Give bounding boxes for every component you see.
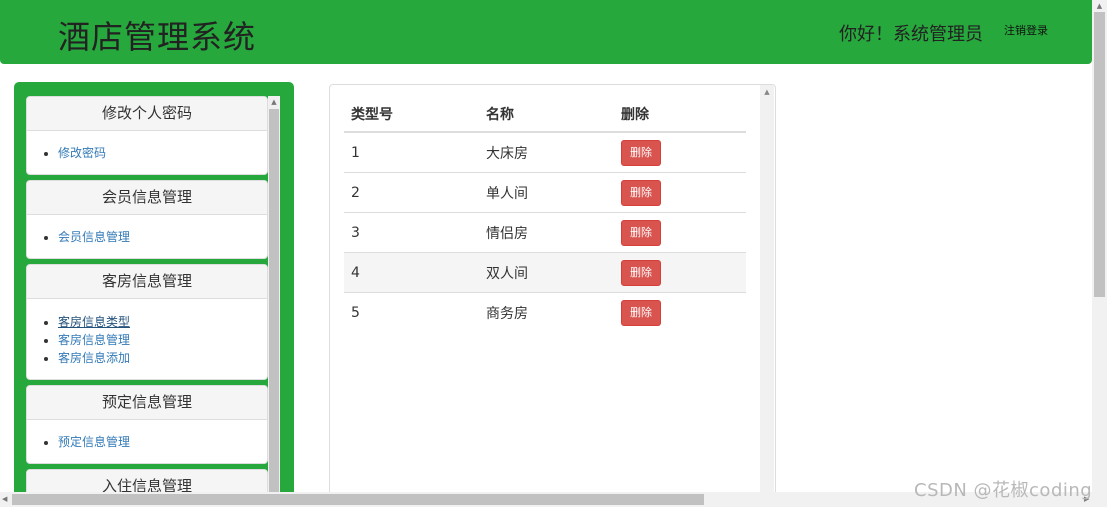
app-title: 酒店管理系统	[58, 18, 257, 56]
sidebar-link-change-password[interactable]: 修改密码	[58, 146, 106, 160]
panel-reservations: 预定信息管理 预定信息管理	[26, 385, 268, 464]
panel-heading: 预定信息管理	[27, 386, 267, 420]
page-vertical-scrollbar[interactable]: ▲	[1092, 0, 1107, 492]
cell-name: 商务房	[479, 292, 614, 332]
cell-type-id: 5	[344, 292, 479, 332]
scroll-up-icon[interactable]: ▲	[760, 85, 774, 99]
list-item: 修改密码	[58, 144, 267, 162]
table-row: 2 单人间 删除	[344, 172, 746, 213]
panel-heading: 客房信息管理	[27, 265, 267, 299]
list-item: 客房信息类型	[58, 313, 267, 331]
list-item: 预定信息管理	[58, 433, 267, 451]
cell-name: 单人间	[479, 172, 614, 213]
top-header: 酒店管理系统 你好！系统管理员 注销登录	[0, 0, 1092, 64]
panel-rooms: 客房信息管理 客房信息类型 客房信息管理 客房信息添加	[26, 264, 268, 380]
column-header-type-id: 类型号	[344, 96, 479, 133]
cell-type-id: 2	[344, 172, 479, 213]
column-header-delete: 删除	[614, 96, 746, 133]
sidebar: 修改个人密码 修改密码 会员信息管理 会员信息管理 客房信息管理 客房信息类型 …	[26, 96, 268, 492]
logout-link[interactable]: 注销登录	[1004, 22, 1048, 38]
list-item: 会员信息管理	[58, 228, 267, 246]
table-row: 4 双人间 删除	[344, 252, 746, 293]
sidebar-link-room-types[interactable]: 客房信息类型	[58, 315, 130, 329]
scroll-up-icon[interactable]: ▲	[268, 96, 280, 108]
cell-type-id: 1	[344, 131, 479, 173]
delete-button[interactable]: 删除	[621, 219, 661, 246]
sidebar-scrollbar[interactable]: ▲	[268, 96, 280, 492]
sidebar-link-room-add[interactable]: 客房信息添加	[58, 351, 130, 365]
cell-name: 情侣房	[479, 212, 614, 253]
user-greeting: 你好！系统管理员	[839, 24, 983, 45]
room-type-table: 类型号 名称 删除 1 大床房 删除 2 单人间 删除 3 情侣房 删除 4 双…	[344, 96, 746, 332]
delete-button[interactable]: 删除	[621, 179, 661, 206]
cell-type-id: 3	[344, 212, 479, 253]
panel-heading: 入住信息管理	[27, 470, 267, 492]
panel-heading: 修改个人密码	[27, 97, 267, 131]
cell-name: 大床房	[479, 131, 614, 173]
table-row: 5 商务房 删除	[344, 292, 746, 332]
table-header-row: 类型号 名称 删除	[344, 96, 746, 133]
scroll-left-icon[interactable]: ◀	[2, 492, 7, 507]
column-header-name: 名称	[479, 96, 614, 133]
watermark: CSDN @花椒coding	[914, 480, 1093, 501]
table-row: 1 大床房 删除	[344, 131, 746, 173]
scrollbar-thumb[interactable]	[12, 494, 704, 505]
panel-password: 修改个人密码 修改密码	[26, 96, 268, 175]
cell-type-id: 4	[344, 252, 479, 293]
table-row: 3 情侣房 删除	[344, 212, 746, 253]
delete-button[interactable]: 删除	[621, 139, 661, 166]
cell-name: 双人间	[479, 252, 614, 293]
scrollbar-thumb[interactable]	[269, 109, 279, 492]
sidebar-link-member-management[interactable]: 会员信息管理	[58, 230, 130, 244]
scroll-up-icon[interactable]: ▲	[1092, 0, 1107, 12]
content-scrollbar[interactable]: ▲	[760, 85, 774, 495]
sidebar-link-room-management[interactable]: 客房信息管理	[58, 333, 130, 347]
list-item: 客房信息添加	[58, 349, 267, 367]
panel-checkin: 入住信息管理	[26, 469, 268, 492]
list-item: 客房信息管理	[58, 331, 267, 349]
panel-members: 会员信息管理 会员信息管理	[26, 180, 268, 259]
scrollbar-thumb[interactable]	[1094, 12, 1105, 297]
sidebar-link-reservation-management[interactable]: 预定信息管理	[58, 435, 130, 449]
delete-button[interactable]: 删除	[621, 259, 661, 286]
delete-button[interactable]: 删除	[621, 299, 661, 326]
panel-heading: 会员信息管理	[27, 181, 267, 215]
